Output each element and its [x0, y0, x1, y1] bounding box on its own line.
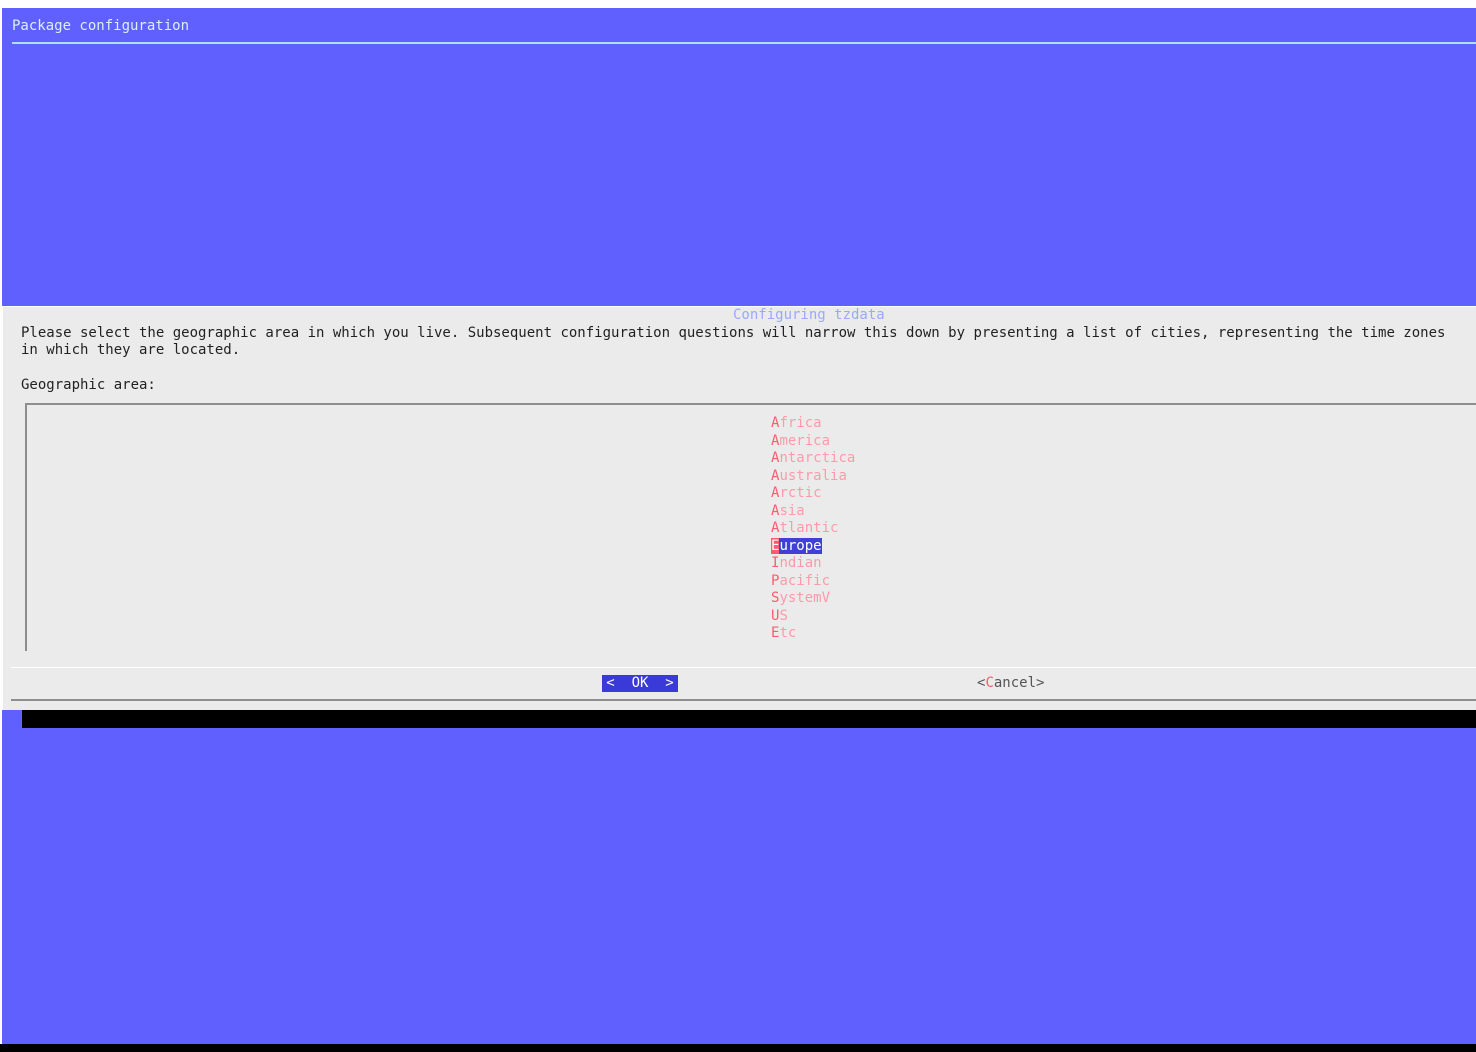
- list-item-label: rctic: [779, 485, 822, 501]
- list-item-label: tc: [779, 625, 797, 641]
- dialog-message: Please select the geographic area in whi…: [21, 325, 1446, 358]
- backtitle-divider: [12, 42, 1476, 44]
- list-item-label: frica: [779, 415, 822, 431]
- list-item[interactable]: Asia: [771, 503, 855, 521]
- cancel-button[interactable]: <Cancel>: [977, 675, 1044, 692]
- list-item-selected[interactable]: Europe: [771, 537, 855, 556]
- cancel-label: ancel: [993, 675, 1037, 691]
- list-item[interactable]: Etc: [771, 625, 855, 643]
- list-item[interactable]: Indian: [771, 555, 855, 573]
- geographic-area-list-box: Africa America Antarctica Australia Arct…: [25, 403, 1476, 651]
- list-item[interactable]: SystemV: [771, 590, 855, 608]
- dialog-title: Configuring tzdata: [733, 307, 885, 323]
- tzdata-dialog: Configuring tzdata Please select the geo…: [2, 306, 1476, 710]
- list-item[interactable]: Atlantic: [771, 520, 855, 538]
- cancel-close-bracket: >: [1036, 675, 1045, 691]
- list-item-label: acific: [779, 572, 831, 589]
- list-item-label: ndian: [779, 555, 822, 571]
- button-row: < OK > <Cancel>: [11, 667, 1476, 701]
- backtitle: Package configuration: [12, 18, 190, 34]
- list-item[interactable]: Antarctica: [771, 450, 855, 468]
- list-item[interactable]: US: [771, 608, 855, 626]
- ok-button[interactable]: < OK >: [602, 675, 678, 692]
- list-item-label: sia: [779, 502, 805, 519]
- list-item[interactable]: Pacific: [771, 573, 855, 591]
- list-item-label: urope: [779, 537, 822, 554]
- screen-bottom-edge: [0, 1044, 1476, 1052]
- dialog-shadow: [22, 710, 1476, 728]
- list-item-label: ustralia: [779, 467, 847, 484]
- geographic-area-list[interactable]: Africa America Antarctica Australia Arct…: [771, 415, 855, 643]
- hotkey-letter: C: [985, 675, 994, 691]
- list-item-label: ystemV: [779, 590, 831, 606]
- list-item[interactable]: Africa: [771, 415, 855, 433]
- list-item-label: tlantic: [779, 520, 839, 536]
- list-item-label: ntarctica: [779, 450, 856, 466]
- list-item[interactable]: Australia: [771, 468, 855, 486]
- list-item-label: S: [779, 607, 788, 624]
- list-item[interactable]: America: [771, 433, 855, 451]
- list-item-label: merica: [779, 432, 831, 449]
- list-item[interactable]: Arctic: [771, 485, 855, 503]
- geographic-area-label: Geographic area:: [21, 377, 156, 393]
